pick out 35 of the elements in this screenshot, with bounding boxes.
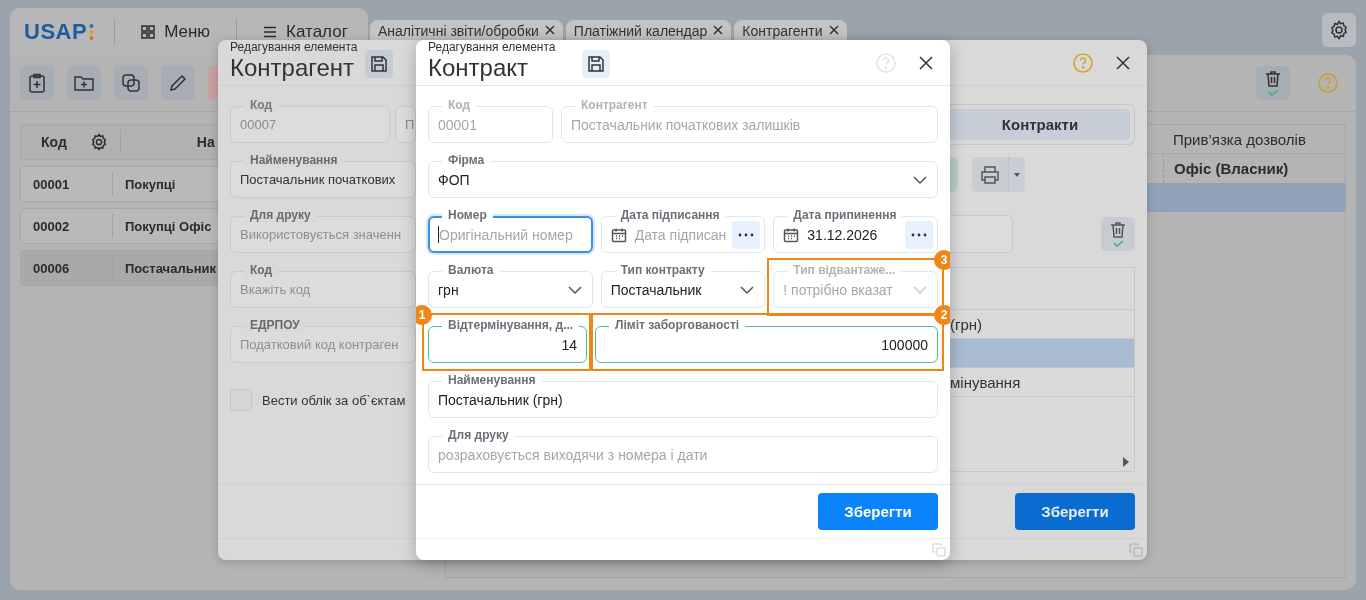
table-cell-text: 00001 [32,176,71,192]
field-label: Для друку [244,208,317,222]
field-label: Валюта [442,263,500,277]
field-label: Фірма [442,153,491,167]
annotation-badge: 3 [934,250,950,270]
column-header: Код [40,134,67,150]
field-label: Код [442,98,477,112]
field-label: Для друку [442,428,515,442]
table-cell: Покупці Офіс [125,218,212,234]
dialog-subtitle: Редагування елемента [230,41,358,54]
dialog-title: Контракт [428,54,530,82]
field-label: Тип контракту [614,263,711,277]
field-label: ЕДРПОУ [244,318,306,332]
field-label: Найменування [244,153,344,167]
table-cell-text: 00002 [32,218,71,234]
field-label: Ліміт заборгованості [609,318,746,332]
column-header: Прив’язка дозволів [1163,125,1345,154]
table-cell: Постачальник [125,260,216,276]
field-label: Відтермінування, д... [442,318,580,332]
field-label: Код [244,98,279,112]
field-label: Найменування [442,373,542,387]
annotation-badge: 1 [416,305,432,325]
field-label: Номер [442,208,493,222]
checkbox-label: Вести облік за об`єктам [262,392,406,408]
field-label: Тип відвантаже... [787,263,902,277]
field-label: Дата підписання [614,208,726,222]
dialog-title: Контрагент [230,54,356,82]
column-header: На [196,134,215,150]
table-cell: Покупці [125,176,176,192]
table-cell-text: 00006 [32,260,71,276]
dialog-subtitle: Редагування елемента [428,41,556,54]
field-label: Дата припинення [787,208,903,222]
annotation-badge: 2 [934,305,950,325]
field-label: Код [244,263,279,277]
field-label: Контрагент [575,98,654,112]
